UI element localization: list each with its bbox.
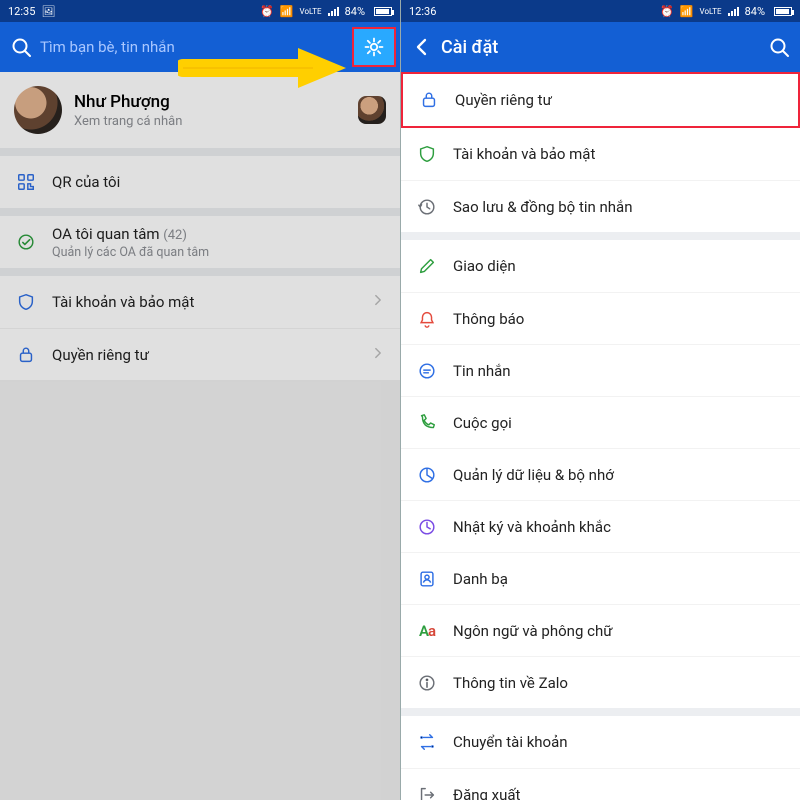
contacts-icon: [415, 569, 439, 589]
lock-icon: [14, 345, 38, 365]
settings-item-storage[interactable]: Quản lý dữ liệu & bộ nhớ: [401, 448, 800, 500]
settings-item-language[interactable]: Aa Ngôn ngữ và phông chữ: [401, 604, 800, 656]
search-placeholder: Tìm bạn bè, tin nhắn: [40, 38, 390, 56]
profile-header[interactable]: Như Phượng Xem trang cá nhân: [0, 72, 400, 148]
row-label: OA tôi quan tâm: [52, 225, 160, 243]
item-label: Cuộc gọi: [453, 414, 786, 432]
status-bar: 12:35🖼 ⏰📶 VoLTE 84%: [0, 0, 400, 22]
item-label: Ngôn ngữ và phông chữ: [453, 622, 786, 640]
phone-icon: [415, 413, 439, 433]
item-label: Giao diện: [453, 257, 786, 275]
qr-icon: [14, 172, 38, 192]
screenshot-left-profile-tab: 12:35🖼 ⏰📶 VoLTE 84% Tìm bạn bè, tin nhắn: [0, 0, 400, 800]
logout-icon: [415, 785, 439, 800]
item-label: Tin nhắn: [453, 362, 786, 380]
row-label: Quyền riêng tư: [52, 346, 356, 364]
status-net: VoLTE: [700, 7, 722, 16]
settings-item-about[interactable]: Thông tin về Zalo: [401, 656, 800, 708]
shield-icon: [415, 144, 439, 164]
settings-button[interactable]: [352, 27, 396, 67]
search-icon[interactable]: [768, 36, 790, 58]
item-label: Tài khoản và bảo mật: [453, 145, 786, 163]
pie-chart-icon: [415, 465, 439, 485]
search-bar[interactable]: Tìm bạn bè, tin nhắn: [0, 22, 400, 72]
item-label: Đăng xuất: [453, 786, 786, 800]
row-oa-following[interactable]: OA tôi quan tâm (42) Quản lý các OA đã q…: [0, 216, 400, 268]
profile-name: Như Phượng: [74, 92, 346, 112]
language-icon: Aa: [415, 622, 439, 640]
settings-appbar: Cài đặt: [401, 22, 800, 72]
settings-item-switch-account[interactable]: Chuyển tài khoản: [401, 716, 800, 768]
profile-subtitle: Xem trang cá nhân: [74, 114, 346, 129]
settings-item-messages[interactable]: Tin nhắn: [401, 344, 800, 396]
shield-icon: [14, 292, 38, 312]
item-label: Thông báo: [453, 310, 786, 328]
oa-check-icon: [14, 232, 38, 252]
status-battery: 84%: [345, 5, 365, 18]
page-title: Cài đặt: [441, 37, 498, 58]
row-privacy[interactable]: Quyền riêng tư: [0, 328, 400, 380]
row-label: Tài khoản và bảo mật: [52, 293, 356, 311]
info-icon: [415, 673, 439, 693]
item-label: Nhật ký và khoảnh khắc: [453, 518, 786, 536]
settings-item-theme[interactable]: Giao diện: [401, 240, 800, 292]
item-label: Quyền riêng tư: [455, 91, 784, 109]
chat-icon: [415, 361, 439, 381]
profile-switch-avatar[interactable]: [358, 96, 386, 124]
row-my-qr[interactable]: QR của tôi: [0, 156, 400, 208]
settings-item-privacy[interactable]: Quyền riêng tư: [403, 74, 798, 126]
clock-icon: [415, 517, 439, 537]
screenshot-right-settings: 12:36 ⏰📶 VoLTE 84% Cài đặt Quyền riêng t…: [400, 0, 800, 800]
back-icon[interactable]: [411, 36, 433, 58]
switch-account-icon: [415, 732, 439, 752]
bell-icon: [415, 309, 439, 329]
avatar: [14, 86, 62, 134]
brush-icon: [415, 256, 439, 276]
status-bar: 12:36 ⏰📶 VoLTE 84%: [401, 0, 800, 22]
status-time: 12:35: [8, 5, 35, 18]
settings-item-notifications[interactable]: Thông báo: [401, 292, 800, 344]
settings-item-contacts[interactable]: Danh bạ: [401, 552, 800, 604]
lock-icon: [417, 90, 441, 110]
item-label: Thông tin về Zalo: [453, 674, 786, 692]
gear-icon: [363, 36, 385, 58]
settings-item-logout[interactable]: Đăng xuất: [401, 768, 800, 800]
item-label: Quản lý dữ liệu & bộ nhớ: [453, 466, 786, 484]
history-icon: [415, 197, 439, 217]
settings-item-security[interactable]: Tài khoản và bảo mật: [401, 128, 800, 180]
row-account-security[interactable]: Tài khoản và bảo mật: [0, 276, 400, 328]
status-battery: 84%: [745, 5, 765, 18]
row-subtitle: Quản lý các OA đã quan tâm: [52, 245, 386, 260]
settings-item-calls[interactable]: Cuộc gọi: [401, 396, 800, 448]
settings-list: Quyền riêng tư Tài khoản và bảo mật Sao …: [401, 72, 800, 800]
settings-item-backup[interactable]: Sao lưu & đồng bộ tin nhắn: [401, 180, 800, 232]
item-label: Danh bạ: [453, 570, 786, 588]
row-label: QR của tôi: [52, 173, 386, 191]
status-net: VoLTE: [300, 7, 322, 16]
chevron-right-icon: [370, 345, 386, 365]
settings-item-diary[interactable]: Nhật ký và khoảnh khắc: [401, 500, 800, 552]
status-time: 12:36: [409, 5, 436, 18]
search-icon: [10, 36, 32, 58]
left-content: Như Phượng Xem trang cá nhân QR của tôi: [0, 72, 400, 800]
chevron-right-icon: [370, 292, 386, 312]
item-label: Chuyển tài khoản: [453, 733, 786, 751]
item-label: Sao lưu & đồng bộ tin nhắn: [453, 198, 786, 216]
oa-count: (42): [163, 228, 187, 243]
